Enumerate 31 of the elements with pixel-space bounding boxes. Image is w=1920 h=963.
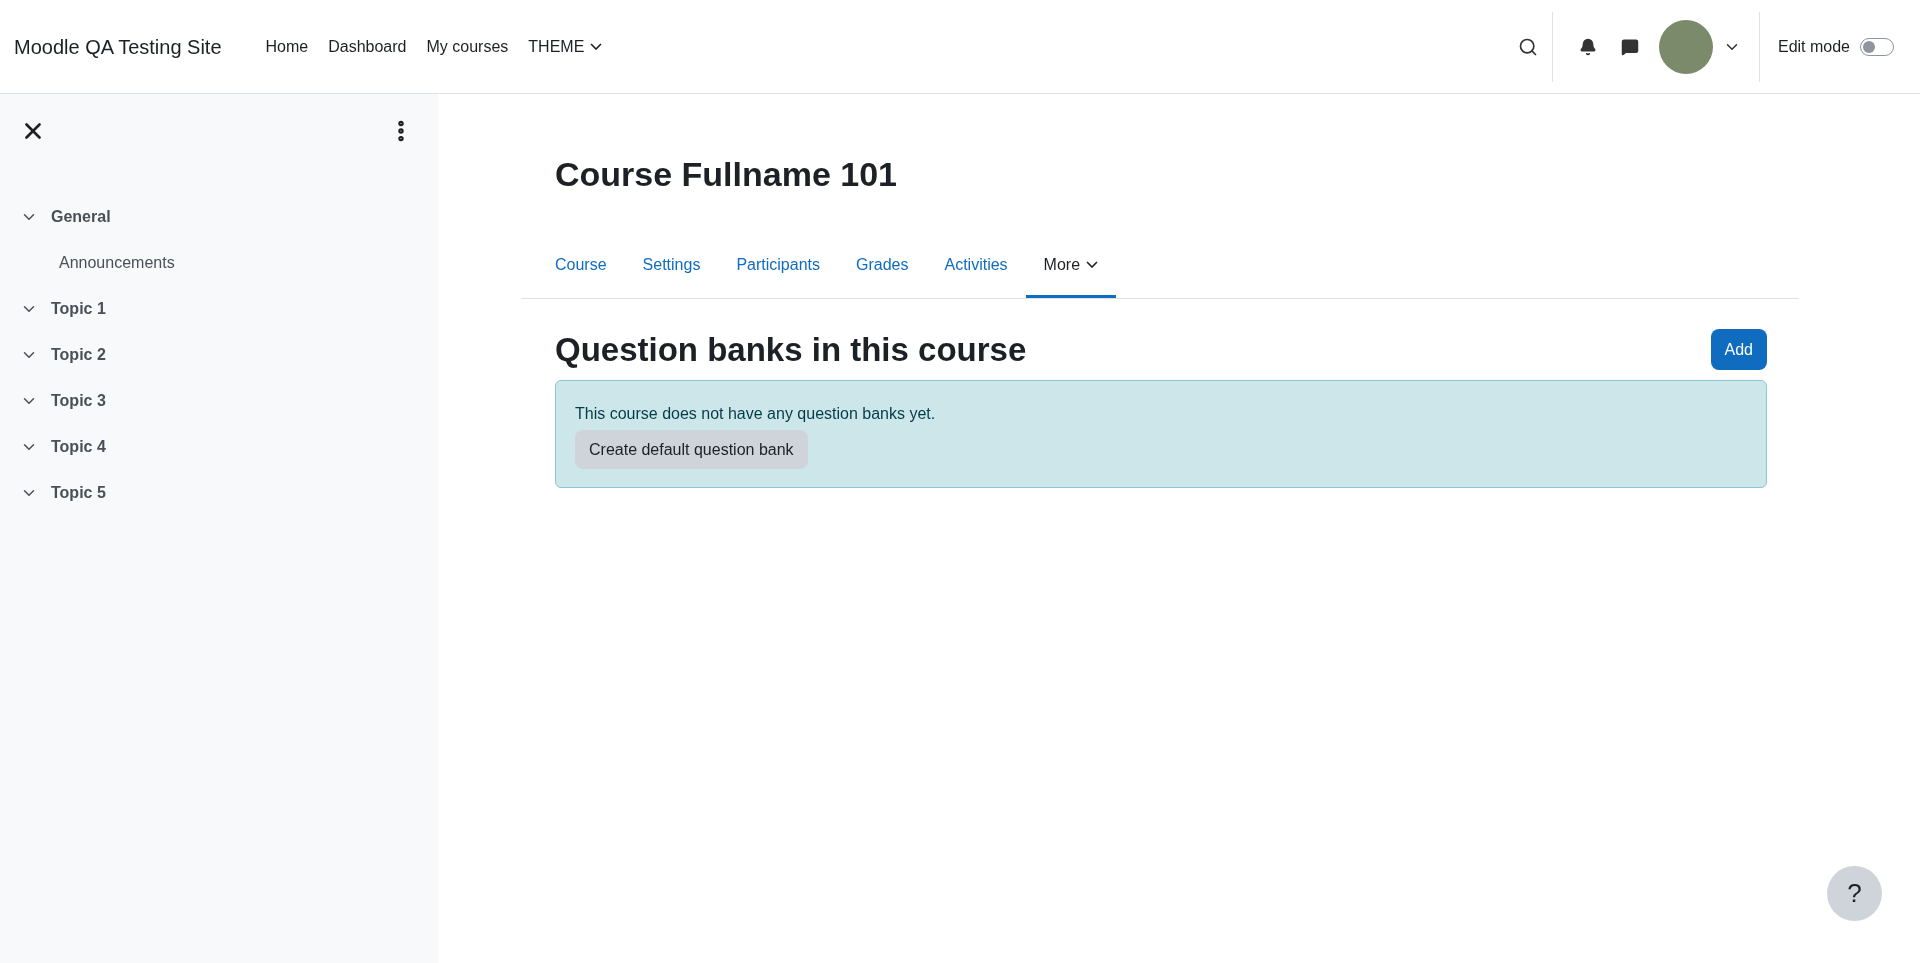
nav-link[interactable]: THEME bbox=[520, 28, 611, 65]
section-link[interactable]: Topic 4 bbox=[51, 435, 106, 459]
section-link[interactable]: General bbox=[51, 205, 111, 229]
section-link[interactable]: Topic 1 bbox=[51, 297, 106, 321]
chat-icon[interactable] bbox=[1620, 37, 1639, 56]
course-tab[interactable]: Course bbox=[537, 234, 625, 298]
caret-icon bbox=[590, 43, 603, 50]
bell-icon[interactable] bbox=[1578, 37, 1597, 56]
search-icon[interactable] bbox=[1517, 36, 1538, 57]
page-heading: Question banks in this course bbox=[555, 330, 1027, 370]
course-tab[interactable]: Grades bbox=[838, 234, 927, 298]
add-button[interactable]: Add bbox=[1710, 329, 1767, 371]
course-tab[interactable]: Participants bbox=[718, 234, 838, 298]
caret-icon bbox=[1086, 261, 1099, 268]
section-link[interactable]: Topic 5 bbox=[51, 481, 106, 505]
course-title: Course Fullname 101 bbox=[555, 153, 898, 195]
course-tab[interactable]: Activities bbox=[926, 234, 1026, 298]
course-tab[interactable]: More bbox=[1025, 234, 1117, 298]
alert-message: This course does not have any question banks yet. bbox=[575, 404, 936, 425]
nav-link[interactable]: Dashboard bbox=[320, 28, 415, 65]
site-name[interactable]: Moodle QA Testing Site bbox=[14, 31, 222, 62]
edit-mode-toggle[interactable] bbox=[1860, 37, 1894, 56]
help-button[interactable]: ? bbox=[1827, 866, 1882, 921]
nav-link[interactable]: My courses bbox=[418, 28, 517, 65]
section-link[interactable]: Topic 2 bbox=[51, 343, 106, 367]
create-default-button[interactable]: Create default question bank bbox=[575, 430, 808, 470]
section-link[interactable]: Topic 3 bbox=[51, 389, 106, 413]
edit-mode-label: Edit mode bbox=[1777, 36, 1850, 57]
activity-link[interactable]: Announcements bbox=[59, 251, 175, 275]
nav-link[interactable]: Home bbox=[257, 28, 317, 65]
course-tab[interactable]: Settings bbox=[624, 234, 719, 298]
